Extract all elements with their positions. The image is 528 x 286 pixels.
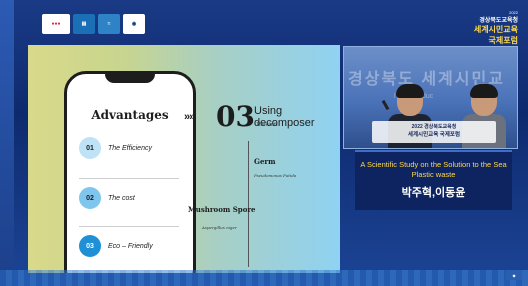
banner-line-1: 2022 경상북도교육청 xyxy=(411,124,457,130)
left-edge-strip xyxy=(0,0,14,286)
germ-species: Pseudomonas Putida xyxy=(254,173,297,178)
presenter-names: 박주혁,이동윤 xyxy=(401,187,466,199)
podium-banner: 2022 경상북도교육청 세계시민교육 국제포럼 xyxy=(372,121,496,143)
divider xyxy=(79,178,179,179)
mushroom-label: Mushroom Spore xyxy=(188,205,256,214)
advantage-item-1: 01 The Efficiency xyxy=(79,134,183,162)
banner-line-2: 세계시민교육 국제포럼 xyxy=(407,132,461,138)
presentation-caption: A Scientific Study on the Solution to th… xyxy=(355,150,512,210)
advantage-number: 02 xyxy=(79,187,101,209)
advantage-item-2: 02 The cost xyxy=(79,184,183,212)
event-organizer: 경상북도교육청 xyxy=(479,18,518,24)
mushroom-species: Aspergillus niger xyxy=(202,225,237,230)
broadcaster-logo-icon: ◆ xyxy=(506,270,522,280)
event-title: 2022 경상북도교육청 세계시민교육 국제포럼 xyxy=(474,10,518,46)
event-type: 국제포럼 xyxy=(488,36,518,45)
speaker-camera-feed: 경상북도 세계시민교 l Citi ... Educ 2022 경상북도교육청 … xyxy=(343,46,518,149)
presentation-slide: Advantages 01 The Efficiency 02 The cost… xyxy=(28,45,340,273)
chevrons-right-icon: »» xyxy=(184,111,195,123)
advantage-number: 01 xyxy=(79,137,101,159)
advantage-label: The cost xyxy=(108,194,135,202)
advantages-title: Advantages xyxy=(91,108,169,122)
sponsor-logos: ●●● ▤ ≈ ◉ xyxy=(42,14,145,34)
phone-mockup: Advantages 01 The Efficiency 02 The cost… xyxy=(64,71,196,273)
phone-notch xyxy=(105,73,155,83)
section-number: 03 xyxy=(216,100,255,133)
divider xyxy=(79,226,179,227)
advantage-number: 03 xyxy=(79,235,101,257)
quality-education-logo-icon: ▤ xyxy=(73,14,95,34)
sdg-logo-icon: ●●● xyxy=(42,14,70,34)
presentation-title: A Scientific Study on the Solution to th… xyxy=(360,160,507,179)
germ-label: Germ xyxy=(254,157,276,166)
broadcast-frame: ●●● ▤ ≈ ◉ 2022 경상북도교육청 세계시민교육 국제포럼 Advan… xyxy=(0,0,528,286)
event-name: 세계시민교육 xyxy=(473,25,518,34)
advantage-label: Eco – Friendly xyxy=(108,242,153,250)
advantage-item-3: 03 Eco – Friendly xyxy=(79,232,183,260)
unesco-logo-icon: ◉ xyxy=(123,14,145,34)
life-below-water-logo-icon: ≈ xyxy=(98,14,120,34)
bottom-wave-decoration xyxy=(0,270,528,286)
slide-subheading: The kinds xyxy=(256,122,278,128)
vertical-divider xyxy=(248,141,249,267)
advantage-label: The Efficiency xyxy=(108,144,152,152)
